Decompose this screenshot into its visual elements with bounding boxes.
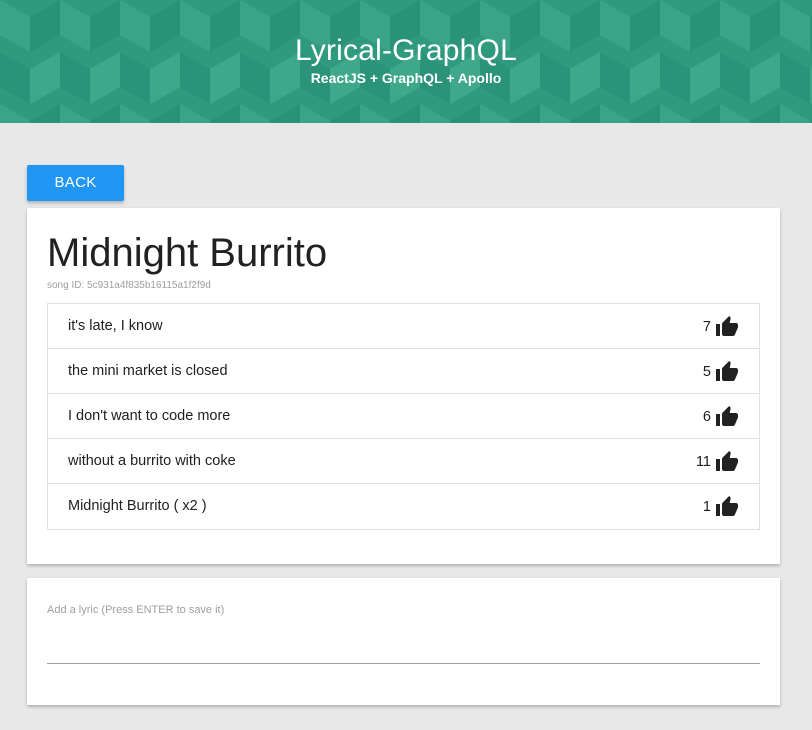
lyric-item: the mini market is closed 5	[48, 349, 759, 394]
app-subtitle: ReactJS + GraphQL + Apollo	[310, 70, 502, 86]
lyric-item: without a burrito with coke 11	[48, 439, 759, 484]
lyric-likes: 5	[703, 360, 739, 384]
lyric-item: Midnight Burrito ( x2 ) 1	[48, 484, 759, 529]
add-lyric-label: Add a lyric (Press ENTER to save it)	[47, 604, 225, 616]
add-lyric-input[interactable]	[47, 630, 760, 664]
like-count: 1	[702, 499, 711, 515]
lyric-likes: 6	[703, 405, 739, 429]
app-title: Lyrical-GraphQL	[295, 34, 517, 67]
add-lyric-card: Add a lyric (Press ENTER to save it)	[27, 578, 780, 705]
lyric-list: it's late, I know 7 the mini market is c…	[47, 303, 760, 530]
lyric-item: it's late, I know 7	[48, 304, 759, 349]
lyric-text: the mini market is closed	[68, 363, 228, 379]
lyric-text: Midnight Burrito ( x2 )	[68, 498, 207, 514]
like-count: 7	[702, 319, 711, 335]
lyric-text: it's late, I know	[68, 318, 163, 334]
thumb-up-icon[interactable]	[715, 360, 739, 384]
lyric-likes: 11	[696, 450, 739, 474]
song-title: Midnight Burrito	[47, 231, 328, 275]
thumb-up-icon[interactable]	[715, 450, 739, 474]
lyric-likes: 1	[703, 495, 739, 519]
header-banner: Lyrical-GraphQL ReactJS + GraphQL + Apol…	[0, 0, 812, 123]
back-button[interactable]: BACK	[27, 165, 124, 201]
like-count: 11	[695, 454, 711, 470]
lyric-text: without a burrito with coke	[68, 453, 236, 469]
lyric-likes: 7	[703, 315, 739, 339]
thumb-up-icon[interactable]	[715, 405, 739, 429]
thumb-up-icon[interactable]	[715, 495, 739, 519]
like-count: 6	[702, 409, 711, 425]
lyric-item: I don't want to code more 6	[48, 394, 759, 439]
like-count: 5	[702, 364, 711, 380]
song-card: Midnight Burrito song ID: 5c931a4f835b16…	[27, 208, 780, 564]
thumb-up-icon[interactable]	[715, 315, 739, 339]
lyric-text: I don't want to code more	[68, 408, 231, 424]
song-id: song ID: 5c931a4f835b16115a1f2f9d	[47, 280, 211, 291]
